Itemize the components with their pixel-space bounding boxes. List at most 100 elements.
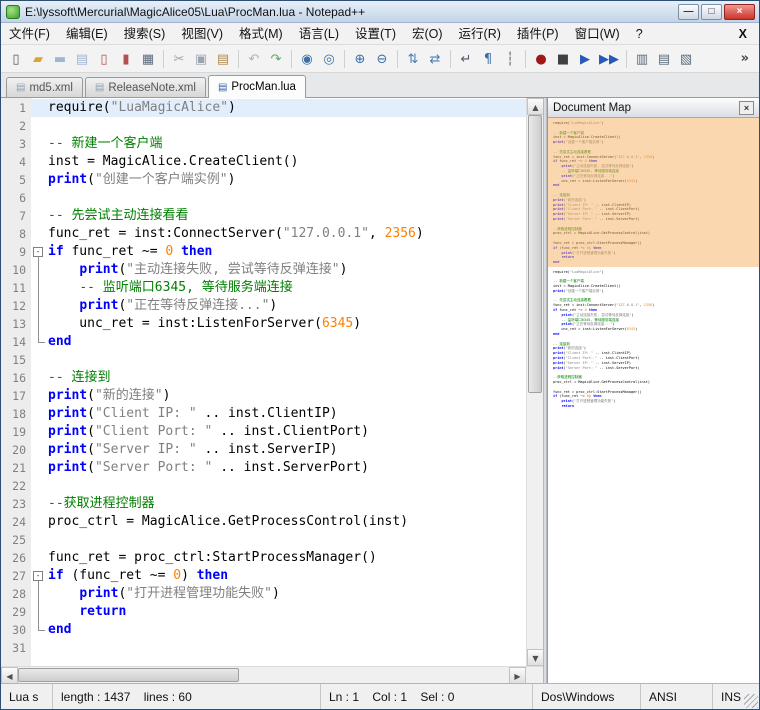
line-number[interactable]: 13 <box>1 315 31 333</box>
menu-item-p[interactable]: 插件(P) <box>509 23 567 45</box>
code-line[interactable] <box>45 189 526 207</box>
save-icon[interactable]: ▬ <box>50 49 70 69</box>
code-line[interactable] <box>45 531 526 549</box>
code-line[interactable]: print("Server Port: " .. inst.ServerPort… <box>45 459 526 477</box>
fold-margin[interactable] <box>31 333 45 351</box>
code-line[interactable] <box>45 477 526 495</box>
fold-margin[interactable]: - <box>31 243 45 261</box>
code-line[interactable]: if (func_ret ~= 0) then <box>45 567 526 585</box>
line-number[interactable]: 4 <box>1 153 31 171</box>
fold-margin[interactable] <box>31 315 45 333</box>
document-map-view-region[interactable] <box>548 118 759 267</box>
line-number[interactable]: 20 <box>1 441 31 459</box>
fold-margin[interactable]: - <box>31 567 45 585</box>
menu-item-m[interactable]: 格式(M) <box>231 23 291 45</box>
menu-item-11[interactable]: ? <box>628 23 651 45</box>
menu-item-r[interactable]: 运行(R) <box>451 23 509 45</box>
scroll-right-icon[interactable]: ▶ <box>509 667 526 684</box>
line-number[interactable]: 17 <box>1 387 31 405</box>
code-line[interactable]: require("LuaMagicAlice") <box>45 99 526 117</box>
word-wrap-icon[interactable]: ↵ <box>456 49 476 69</box>
code-line[interactable] <box>45 117 526 135</box>
line-number[interactable]: 18 <box>1 405 31 423</box>
menu-item-v[interactable]: 视图(V) <box>173 23 231 45</box>
scroll-left-icon[interactable]: ◀ <box>1 667 18 684</box>
menu-item-e[interactable]: 编辑(E) <box>58 23 116 45</box>
zoom-in-icon[interactable]: ⊕ <box>350 49 370 69</box>
tab-procman-lua[interactable]: ▤ ProcMan.lua <box>207 75 306 98</box>
save-all-icon[interactable]: ▤ <box>72 49 92 69</box>
line-number[interactable]: 10 <box>1 261 31 279</box>
menu-item-f[interactable]: 文件(F) <box>1 23 58 45</box>
document-map-body[interactable]: require("LuaMagicAlice") -- 新建一个客户端 inst =… <box>548 118 759 683</box>
sync-horizontal-icon[interactable]: ⇄ <box>425 49 445 69</box>
code-line[interactable]: unc_ret = inst:ListenForServer(6345) <box>45 315 526 333</box>
code-line[interactable]: func_ret = inst:ConnectServer("127.0.0.1… <box>45 225 526 243</box>
close-doc-icon[interactable]: ▯ <box>94 49 114 69</box>
line-number[interactable]: 9 <box>1 243 31 261</box>
code-line[interactable] <box>45 639 526 657</box>
copy-icon[interactable]: ▣ <box>191 49 211 69</box>
maximize-button[interactable]: □ <box>701 3 722 20</box>
record-macro-icon[interactable]: ● <box>531 49 551 69</box>
line-number[interactable]: 19 <box>1 423 31 441</box>
menu-close-button[interactable]: X <box>727 27 759 41</box>
fold-margin[interactable] <box>31 603 45 621</box>
indent-guide-icon[interactable]: ┆ <box>500 49 520 69</box>
scroll-down-icon[interactable]: ▼ <box>527 649 544 666</box>
code-line[interactable]: func_ret = proc_ctrl:StartProcessManager… <box>45 549 526 567</box>
cut-icon[interactable]: ✂ <box>169 49 189 69</box>
fold-collapse-icon[interactable]: - <box>33 571 43 581</box>
fold-margin[interactable] <box>31 621 45 639</box>
line-number[interactable]: 5 <box>1 171 31 189</box>
line-number[interactable]: 6 <box>1 189 31 207</box>
line-number[interactable]: 21 <box>1 459 31 477</box>
code-line[interactable] <box>45 351 526 369</box>
zoom-out-icon[interactable]: ⊖ <box>372 49 392 69</box>
line-number[interactable]: 31 <box>1 639 31 657</box>
line-number[interactable]: 23 <box>1 495 31 513</box>
line-number[interactable]: 1 <box>1 99 31 117</box>
code-rows[interactable]: 1 require("LuaMagicAlice") 2 3 -- 新建一个客户端 4 in… <box>1 98 526 666</box>
code-line[interactable]: -- 先尝试主动连接看看 <box>45 207 526 225</box>
find-icon[interactable]: ◉ <box>297 49 317 69</box>
undo-icon[interactable]: ↶ <box>244 49 264 69</box>
open-folder-icon[interactable]: ▰ <box>28 49 48 69</box>
line-number[interactable]: 28 <box>1 585 31 603</box>
minimize-button[interactable]: — <box>678 3 699 20</box>
line-number[interactable]: 29 <box>1 603 31 621</box>
menu-item-t[interactable]: 设置(T) <box>347 23 404 45</box>
vertical-scroll-track[interactable] <box>527 115 543 649</box>
editor-horizontal-scrollbar[interactable]: ◀ ▶ <box>1 666 543 684</box>
code-line[interactable]: end <box>45 333 526 351</box>
show-all-chars-icon[interactable]: ¶ <box>478 49 498 69</box>
code-line[interactable]: -- 连接到 <box>45 369 526 387</box>
code-line[interactable]: print("创建一个客户端实例") <box>45 171 526 189</box>
code-line[interactable]: -- 新建一个客户端 <box>45 135 526 153</box>
line-number[interactable]: 26 <box>1 549 31 567</box>
close-button[interactable]: × <box>724 3 755 20</box>
close-all-docs-icon[interactable]: ▮ <box>116 49 136 69</box>
fold-margin[interactable] <box>31 297 45 315</box>
code-line[interactable]: print("正在等待反弹连接...") <box>45 297 526 315</box>
fold-collapse-icon[interactable]: - <box>33 247 43 257</box>
new-file-icon[interactable]: ▯ <box>6 49 26 69</box>
code-line[interactable]: print("新的连接") <box>45 387 526 405</box>
code-line[interactable]: return <box>45 603 526 621</box>
function-list-icon[interactable]: ▤ <box>654 49 674 69</box>
code-line[interactable]: end <box>45 621 526 639</box>
toolbar-overflow-chevron[interactable]: » <box>735 49 755 69</box>
code-line[interactable]: print("打开进程管理功能失败") <box>45 585 526 603</box>
horizontal-scroll-track[interactable] <box>18 667 509 683</box>
sync-vertical-icon[interactable]: ⇅ <box>403 49 423 69</box>
print-icon[interactable]: ▦ <box>138 49 158 69</box>
menu-item-l[interactable]: 语言(L) <box>291 23 347 45</box>
code-line[interactable]: print("主动连接失败, 尝试等待反弹连接") <box>45 261 526 279</box>
line-number[interactable]: 30 <box>1 621 31 639</box>
line-number[interactable]: 7 <box>1 207 31 225</box>
line-number[interactable]: 24 <box>1 513 31 531</box>
play-macro-icon[interactable]: ▶ <box>575 49 595 69</box>
code-line[interactable]: print("Server IP: " .. inst.ServerIP) <box>45 441 526 459</box>
code-line[interactable]: -- 监听端口6345, 等待服务端连接 <box>45 279 526 297</box>
line-number[interactable]: 27 <box>1 567 31 585</box>
